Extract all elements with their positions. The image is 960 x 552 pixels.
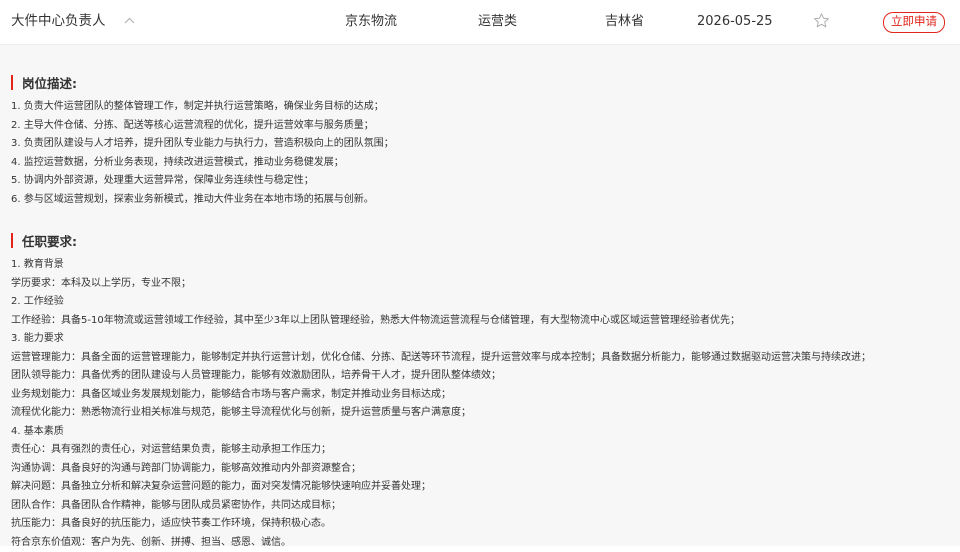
- text-line: 4. 基本素质: [11, 423, 950, 442]
- text-line: 工作经验：具备5-10年物流或运营领域工作经验，其中至少3年以上团队管理经验，熟…: [11, 312, 950, 331]
- job-header-row[interactable]: 大件中心负责人 京东物流 运营类 吉林省 2026-05-25 立即申请: [0, 0, 960, 45]
- job-category: 运营类: [478, 0, 517, 43]
- chevron-up-icon[interactable]: [124, 0, 135, 42]
- description-heading: 岗位描述:: [11, 73, 77, 92]
- requirements-heading: 任职要求:: [11, 231, 77, 250]
- text-line: 3. 负责团队建设与人才培养，提升团队专业能力与执行力，营造积极向上的团队氛围；: [11, 135, 950, 154]
- job-location: 吉林省: [605, 0, 644, 43]
- text-line: 4. 监控运营数据，分析业务表现，持续改进运营模式，推动业务稳健发展；: [11, 154, 950, 173]
- description-title: 岗位描述:: [22, 73, 77, 92]
- description-list: 1. 负责大件运营团队的整体管理工作，制定并执行运营策略，确保业务目标的达成；2…: [11, 98, 950, 209]
- apply-button[interactable]: 立即申请: [883, 12, 945, 33]
- text-line: 团队领导能力：具备优秀的团队建设与人员管理能力，能够有效激励团队，培养骨干人才，…: [11, 367, 950, 386]
- job-title-group[interactable]: 大件中心负责人: [11, 0, 135, 43]
- text-line: 抗压能力：具备良好的抗压能力，适应快节奏工作环境，保持积极心态。: [11, 515, 950, 534]
- text-line: 流程优化能力：熟悉物流行业相关标准与规范，能够主导流程优化与创新，提升运营质量与…: [11, 404, 950, 423]
- text-line: 5. 协调内外部资源，处理重大运营异常，保障业务连续性与稳定性；: [11, 172, 950, 191]
- star-icon[interactable]: [813, 12, 830, 33]
- text-line: 2. 工作经验: [11, 293, 950, 312]
- text-line: 团队合作：具备团队合作精神，能够与团队成员紧密协作，共同达成目标；: [11, 497, 950, 516]
- text-line: 1. 教育背景: [11, 256, 950, 275]
- text-line: 解决问题：具备独立分析和解决复杂运营问题的能力，面对突发情况能够快速响应并妥善处…: [11, 478, 950, 497]
- publish-date: 2026-05-25: [697, 0, 773, 43]
- job-detail-panel: 岗位描述: 1. 负责大件运营团队的整体管理工作，制定并执行运营策略，确保业务目…: [0, 45, 960, 546]
- text-line: 3. 能力要求: [11, 330, 950, 349]
- text-line: 运营管理能力：具备全面的运营管理能力，能够制定并执行运营计划，优化仓储、分拣、配…: [11, 349, 950, 368]
- text-line: 责任心：具有强烈的责任心，对运营结果负责，能够主动承担工作压力；: [11, 441, 950, 460]
- text-line: 业务规划能力：具备区域业务发展规划能力，能够结合市场与客户需求，制定并推动业务目…: [11, 386, 950, 405]
- section-accent-bar: [11, 75, 13, 90]
- text-line: 沟通协调：具备良好的沟通与跨部门协调能力，能够高效推动内外部资源整合；: [11, 460, 950, 479]
- text-line: 符合京东价值观：客户为先、创新、拼搏、担当、感恩、诚信。: [11, 534, 950, 552]
- requirements-title: 任职要求:: [22, 231, 77, 250]
- company-name: 京东物流: [345, 0, 397, 43]
- text-line: 6. 参与区域运营规划，探索业务新模式，推动大件业务在本地市场的拓展与创新。: [11, 191, 950, 210]
- job-title[interactable]: 大件中心负责人: [11, 13, 106, 29]
- text-line: 2. 主导大件仓储、分拣、配送等核心运营流程的优化，提升运营效率与服务质量；: [11, 117, 950, 136]
- text-line: 学历要求：本科及以上学历，专业不限；: [11, 275, 950, 294]
- text-line: 1. 负责大件运营团队的整体管理工作，制定并执行运营策略，确保业务目标的达成；: [11, 98, 950, 117]
- section-accent-bar: [11, 233, 13, 248]
- requirements-list: 1. 教育背景学历要求：本科及以上学历，专业不限；2. 工作经验工作经验：具备5…: [11, 256, 950, 552]
